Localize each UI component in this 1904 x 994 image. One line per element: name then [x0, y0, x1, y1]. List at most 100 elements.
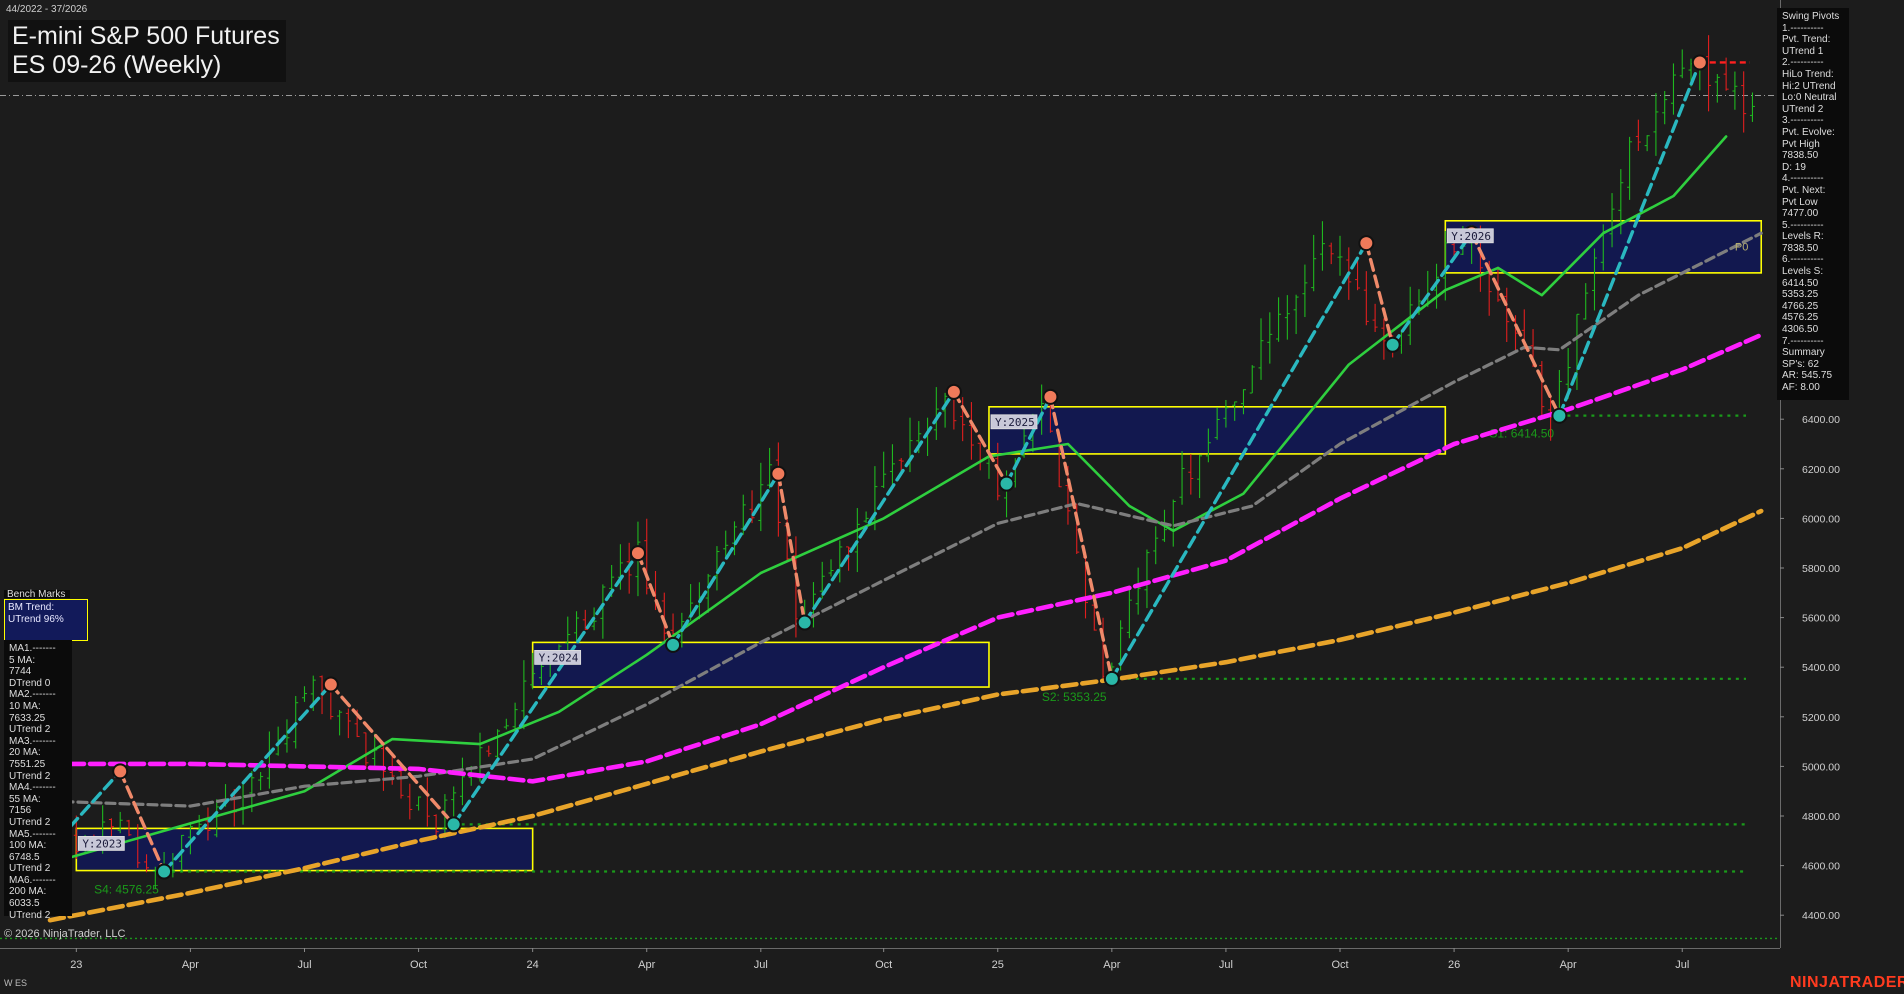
price-tick-label: 5400.00 [1802, 662, 1840, 674]
year-label: Y:2026 [1451, 230, 1491, 243]
swing-pivots-line: Pvt. Evolve: [1782, 126, 1835, 138]
pivot-high-marker [770, 465, 787, 482]
pivot-high-marker [322, 676, 339, 693]
price-tick-label: 6400.00 [1802, 414, 1840, 426]
price-tick-label: 5800.00 [1802, 563, 1840, 575]
price-bars-layer [47, 35, 1755, 889]
swing-pivots-line: 2.---------- [1782, 57, 1824, 69]
time-tick-label: Apr [1103, 959, 1120, 971]
swing-pivots-line: 4306.50 [1782, 324, 1819, 336]
bench-marks-line: MA5.------- [9, 828, 56, 840]
pivot-low-marker [796, 614, 813, 631]
bench-marks-line: UTrend 2 [9, 770, 51, 782]
year-label: Y:2025 [995, 416, 1035, 429]
bench-marks-line: 20 MA: [9, 747, 41, 759]
pivot-low-marker [1551, 407, 1568, 424]
price-tick-label: 6200.00 [1802, 464, 1840, 476]
bench-marks-line: UTrend 2 [9, 863, 51, 875]
year-label: Y:2024 [539, 651, 579, 664]
chart-subtitle: ES 09-26 (Weekly) [12, 51, 222, 79]
bench-marks-line: 5 MA: [9, 654, 36, 666]
year-box [531, 641, 990, 688]
price-tick-label: 6000.00 [1802, 513, 1840, 525]
swing-down-leg [1364, 241, 1395, 347]
year-boxes-layer [75, 220, 1763, 872]
swing-pivots-line: Levels R: [1782, 231, 1824, 243]
time-tick-label: Oct [410, 959, 427, 971]
swing-pivots-panel: Swing Pivots 1.---------- Pvt. Trend: UTren… [1777, 8, 1849, 400]
bench-marks-line: 6748.5 [9, 851, 40, 863]
swing-pivots-line: 7838.50 [1782, 150, 1819, 162]
swing-pivots-line: 5.---------- [1782, 219, 1824, 231]
pivot-high-marker [945, 383, 962, 400]
support-label: S4: 4576.25 [94, 882, 159, 896]
bench-marks-line: 7633.25 [9, 712, 46, 724]
swing-pivots-line: UTrend 1 [1782, 45, 1824, 57]
swing-pivots-line: 6.---------- [1782, 254, 1824, 266]
swing-lines-layer [50, 54, 1708, 880]
time-tick-label: Oct [1331, 959, 1348, 971]
pivot-low-marker [665, 636, 682, 653]
swing-pivots-line: AF: 8.00 [1782, 382, 1820, 393]
bench-marks-line: DTrend 0 [9, 677, 51, 689]
swing-pivots-line: 4576.25 [1782, 312, 1819, 324]
year-box [75, 827, 534, 872]
pivot-low-marker [1103, 670, 1120, 687]
swing-pivots-line: HiLo Trend: [1782, 68, 1834, 80]
time-tick-label: Jul [754, 959, 768, 971]
support-levels-layer: S1: 6414.50 S2: 5353.25 S4: 4576.25 [94, 61, 1750, 896]
time-tick-label: 23 [70, 959, 82, 971]
bench-marks-header: Bench Marks---------- [4, 590, 70, 609]
swing-pivots-line: 4.---------- [1782, 173, 1824, 185]
price-tick-label: 5200.00 [1802, 712, 1840, 724]
time-tick-label: Jul [1219, 959, 1233, 971]
price-tick-label: 5600.00 [1802, 613, 1840, 625]
price-chart[interactable]: S1: 6414.50 S2: 5353.25 S4: 4576.25 Y:2023… [0, 0, 1904, 994]
swing-pivots-line: 7.---------- [1782, 335, 1824, 347]
swing-pivots-line: Lo:0 Neutral [1782, 92, 1837, 104]
price-tick-label: 4800.00 [1802, 811, 1840, 823]
bench-marks-line: 55 MA: [9, 793, 41, 805]
swing-pivots-line: UTrend 2 [1782, 103, 1824, 115]
pivot-high-marker [1691, 54, 1708, 71]
pivot-high-marker [629, 545, 646, 562]
swing-pivots-line: 7838.50 [1782, 242, 1819, 254]
chart-title: E-mini S&P 500 Futures [12, 22, 280, 50]
bm-trend-line: UTrend 96% [8, 613, 64, 625]
bench-marks-line: 10 MA: [9, 700, 41, 712]
time-tick-label: Jul [297, 959, 311, 971]
bench-marks-line: MA2.------- [9, 689, 56, 701]
bench-marks-line: MA1.------- [9, 643, 56, 654]
swing-pivots-line: SP's: 62 [1782, 358, 1819, 370]
swing-down-leg [776, 472, 807, 625]
swing-pivots-line: Levels S: [1782, 266, 1824, 278]
time-tick-label: Apr [1560, 959, 1577, 971]
price-tick-label: 5000.00 [1802, 761, 1840, 773]
swing-pivots-line: Pvt High [1782, 138, 1820, 150]
bench-marks-line: 6033.5 [9, 898, 40, 910]
swing-up-leg [802, 390, 956, 625]
time-tick-label: Apr [182, 959, 199, 971]
bench-marks-line: MA4.------- [9, 782, 56, 794]
pivot-low-marker [1384, 336, 1401, 353]
chart-labels-layer: Y:2023 Y:2024 Y:2025 Y:2026 P0 [77, 228, 1748, 851]
price-tick-label: 4400.00 [1802, 910, 1840, 922]
pivot-annotation: P0 [1735, 242, 1748, 254]
pivot-high-marker [112, 763, 129, 780]
swing-pivots-line: Pvt. Trend: [1782, 34, 1831, 46]
swing-pivots-line: 4766.25 [1782, 300, 1819, 312]
support-label: S2: 5353.25 [1042, 690, 1107, 704]
time-tick-label: 24 [527, 959, 539, 971]
bench-marks-line: 7156 [9, 805, 32, 817]
bench-marks-line: 100 MA: [9, 840, 47, 852]
bm-trend-box: BM Trend: UTrend 96% [4, 599, 88, 641]
swing-up-leg [1110, 241, 1369, 681]
moving-average-line [48, 231, 1763, 808]
pivot-low-marker [445, 816, 462, 833]
swing-pivots-line: Pvt. Next: [1782, 184, 1826, 196]
bench-marks-line: 7551.25 [9, 758, 46, 770]
pivot-low-marker [998, 475, 1015, 492]
time-tick-label: Oct [875, 959, 892, 971]
swing-pivots-line: D: 19 [1782, 161, 1806, 173]
swing-pivots-line: 5353.25 [1782, 289, 1819, 301]
